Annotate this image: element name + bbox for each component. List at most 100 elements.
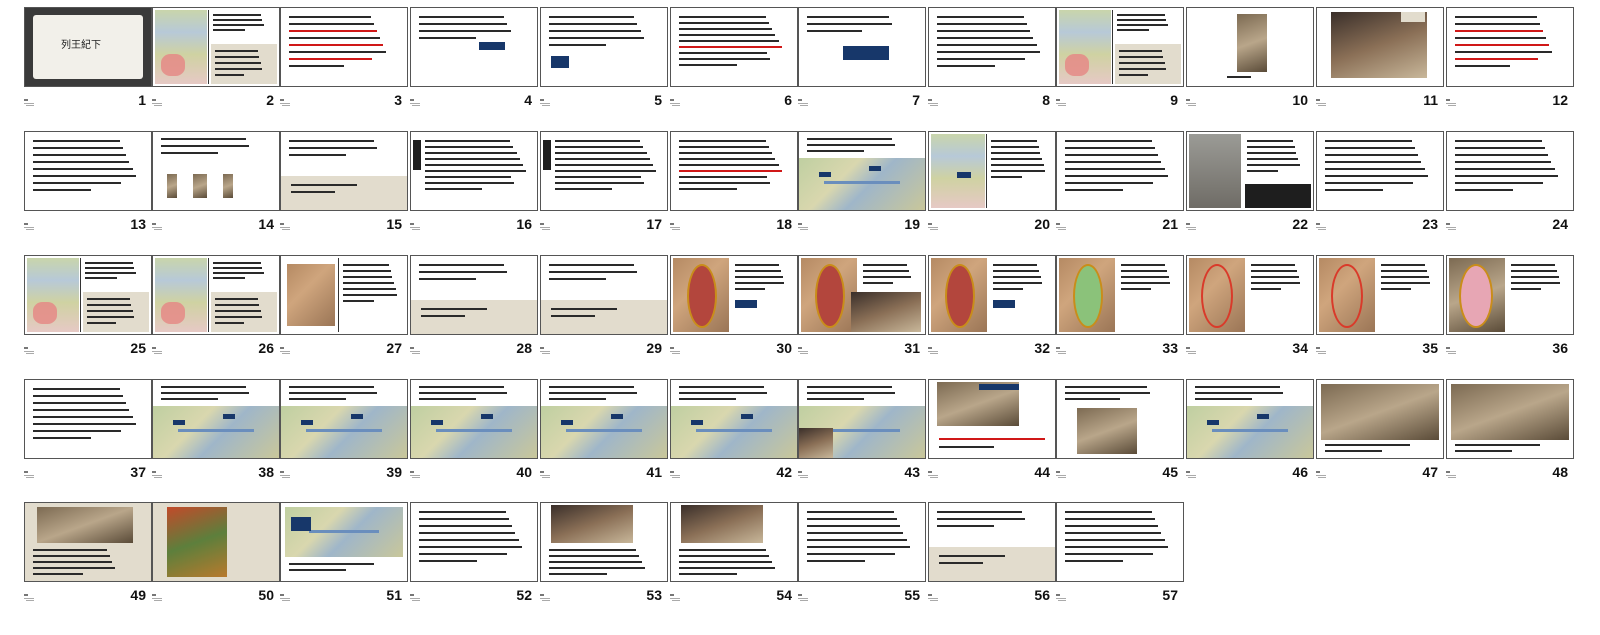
slide-preview[interactable] <box>1186 7 1314 87</box>
slide-thumbnail-26[interactable]: 26 <box>152 255 280 357</box>
slide-preview[interactable] <box>152 255 280 335</box>
slide-preview[interactable] <box>928 7 1056 87</box>
slide-preview[interactable] <box>798 502 926 582</box>
slide-preview[interactable] <box>410 502 538 582</box>
slide-preview[interactable] <box>1186 131 1314 211</box>
slide-preview[interactable] <box>670 379 798 459</box>
slide-thumbnail-52[interactable]: 52 <box>410 502 538 604</box>
slide-preview[interactable]: 列王紀下 <box>24 7 152 87</box>
slide-thumbnail-36[interactable]: 36 <box>1446 255 1574 357</box>
slide-preview[interactable] <box>1316 131 1444 211</box>
slide-thumbnail-22[interactable]: 22 <box>1186 131 1314 233</box>
slide-preview[interactable] <box>540 502 668 582</box>
slide-preview[interactable] <box>798 255 926 335</box>
slide-thumbnail-18[interactable]: 18 <box>670 131 798 233</box>
slide-preview[interactable] <box>1446 131 1574 211</box>
slide-thumbnail-25[interactable]: 25 <box>24 255 152 357</box>
slide-preview[interactable] <box>1446 379 1574 459</box>
slide-preview[interactable] <box>410 255 538 335</box>
slide-thumbnail-5[interactable]: 5 <box>540 7 668 109</box>
slide-preview[interactable] <box>280 255 408 335</box>
slide-thumbnail-51[interactable]: 51 <box>280 502 408 604</box>
slide-thumbnail-23[interactable]: 23 <box>1316 131 1444 233</box>
slide-thumbnail-16[interactable]: 16 <box>410 131 538 233</box>
slide-preview[interactable] <box>410 379 538 459</box>
slide-thumbnail-34[interactable]: 34 <box>1186 255 1314 357</box>
slide-thumbnail-21[interactable]: 21 <box>1056 131 1184 233</box>
slide-preview[interactable] <box>410 7 538 87</box>
slide-preview[interactable] <box>1056 131 1184 211</box>
slide-thumbnail-8[interactable]: 8 <box>928 7 1056 109</box>
slide-preview[interactable] <box>152 502 280 582</box>
slide-preview[interactable] <box>798 379 926 459</box>
slide-preview[interactable] <box>670 502 798 582</box>
slide-thumbnail-19[interactable]: 19 <box>798 131 926 233</box>
slide-preview[interactable] <box>1316 255 1444 335</box>
slide-thumbnail-30[interactable]: 30 <box>670 255 798 357</box>
slide-thumbnail-49[interactable]: 49 <box>24 502 152 604</box>
slide-preview[interactable] <box>1186 255 1314 335</box>
slide-preview[interactable] <box>280 502 408 582</box>
slide-preview[interactable] <box>928 502 1056 582</box>
slide-thumbnail-40[interactable]: 40 <box>410 379 538 481</box>
slide-preview[interactable] <box>152 379 280 459</box>
slide-preview[interactable] <box>928 255 1056 335</box>
slide-preview[interactable] <box>670 255 798 335</box>
slide-preview[interactable] <box>1316 7 1444 87</box>
slide-preview[interactable] <box>1446 7 1574 87</box>
slide-thumbnail-54[interactable]: 54 <box>670 502 798 604</box>
slide-thumbnail-6[interactable]: 6 <box>670 7 798 109</box>
slide-preview[interactable] <box>540 255 668 335</box>
slide-thumbnail-14[interactable]: 14 <box>152 131 280 233</box>
slide-thumbnail-4[interactable]: 4 <box>410 7 538 109</box>
slide-preview[interactable] <box>1056 502 1184 582</box>
slide-thumbnail-28[interactable]: 28 <box>410 255 538 357</box>
slide-preview[interactable] <box>798 7 926 87</box>
slide-preview[interactable] <box>1056 255 1184 335</box>
slide-thumbnail-29[interactable]: 29 <box>540 255 668 357</box>
slide-preview[interactable] <box>670 131 798 211</box>
slide-preview[interactable] <box>670 7 798 87</box>
slide-thumbnail-38[interactable]: 38 <box>152 379 280 481</box>
slide-thumbnail-12[interactable]: 12 <box>1446 7 1574 109</box>
slide-thumbnail-11[interactable]: 11 <box>1316 7 1444 109</box>
slide-preview[interactable] <box>152 131 280 211</box>
slide-preview[interactable] <box>1056 7 1184 87</box>
slide-thumbnail-43[interactable]: 43 <box>798 379 926 481</box>
slide-preview[interactable] <box>24 502 152 582</box>
slide-preview[interactable] <box>280 7 408 87</box>
slide-thumbnail-46[interactable]: 46 <box>1186 379 1314 481</box>
slide-thumbnail-44[interactable]: 44 <box>928 379 1056 481</box>
slide-thumbnail-24[interactable]: 24 <box>1446 131 1574 233</box>
slide-thumbnail-17[interactable]: 17 <box>540 131 668 233</box>
slide-thumbnail-32[interactable]: 32 <box>928 255 1056 357</box>
slide-thumbnail-10[interactable]: 10 <box>1186 7 1314 109</box>
slide-thumbnail-13[interactable]: 13 <box>24 131 152 233</box>
slide-thumbnail-48[interactable]: 48 <box>1446 379 1574 481</box>
slide-thumbnail-15[interactable]: 15 <box>280 131 408 233</box>
slide-thumbnail-1[interactable]: 列王紀下 1 <box>24 7 152 109</box>
slide-thumbnail-9[interactable]: 9 <box>1056 7 1184 109</box>
slide-thumbnail-57[interactable]: 57 <box>1056 502 1184 604</box>
slide-thumbnail-35[interactable]: 35 <box>1316 255 1444 357</box>
slide-thumbnail-47[interactable]: 47 <box>1316 379 1444 481</box>
slide-preview[interactable] <box>1446 255 1574 335</box>
slide-preview[interactable] <box>798 131 926 211</box>
slide-preview[interactable] <box>24 255 152 335</box>
slide-thumbnail-45[interactable]: 45 <box>1056 379 1184 481</box>
slide-thumbnail-20[interactable]: 20 <box>928 131 1056 233</box>
slide-thumbnail-39[interactable]: 39 <box>280 379 408 481</box>
slide-thumbnail-27[interactable]: 27 <box>280 255 408 357</box>
slide-thumbnail-2[interactable]: 2 <box>152 7 280 109</box>
slide-thumbnail-41[interactable]: 41 <box>540 379 668 481</box>
slide-preview[interactable] <box>1316 379 1444 459</box>
slide-preview[interactable] <box>1186 379 1314 459</box>
slide-thumbnail-3[interactable]: 3 <box>280 7 408 109</box>
slide-thumbnail-33[interactable]: 33 <box>1056 255 1184 357</box>
slide-preview[interactable] <box>24 379 152 459</box>
slide-thumbnail-53[interactable]: 53 <box>540 502 668 604</box>
slide-preview[interactable] <box>1056 379 1184 459</box>
slide-preview[interactable] <box>152 7 280 87</box>
slide-preview[interactable] <box>928 379 1056 459</box>
slide-preview[interactable] <box>410 131 538 211</box>
